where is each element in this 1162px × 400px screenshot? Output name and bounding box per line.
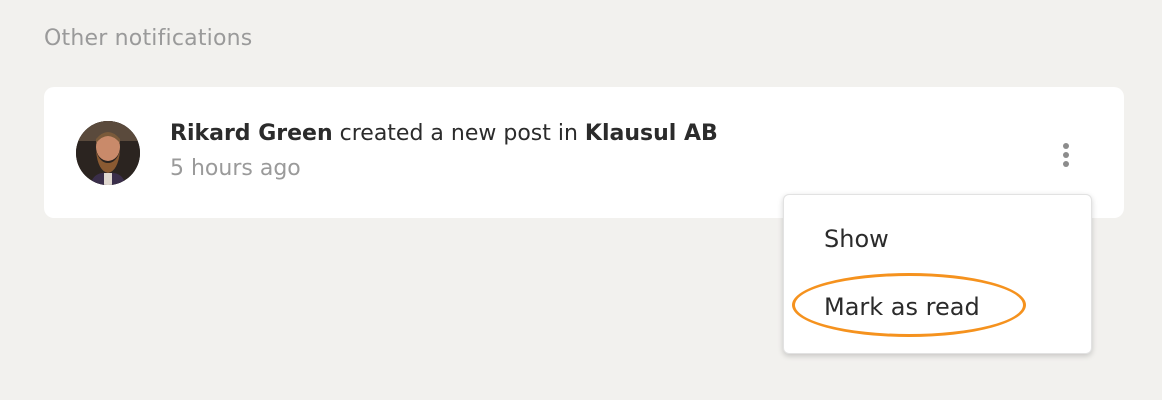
actor-name[interactable]: Rikard Green — [170, 121, 333, 146]
notification-time: 5 hours ago — [170, 156, 301, 181]
avatar-photo-icon — [76, 121, 140, 185]
dot — [1063, 143, 1069, 149]
avatar[interactable] — [76, 121, 140, 185]
dot — [1063, 161, 1069, 167]
notification-action: created a new post in — [332, 121, 585, 146]
dot — [1063, 152, 1069, 158]
section-title: Other notifications — [44, 26, 253, 51]
notification-menu: Show Mark as read — [783, 194, 1092, 354]
menu-item-mark-as-read[interactable]: Mark as read — [824, 293, 980, 321]
notification-text: Rikard Green created a new post in Klaus… — [170, 121, 718, 146]
target-name[interactable]: Klausul AB — [585, 121, 718, 146]
kebab-menu-icon[interactable] — [1054, 139, 1078, 171]
menu-item-show[interactable]: Show — [824, 225, 889, 253]
